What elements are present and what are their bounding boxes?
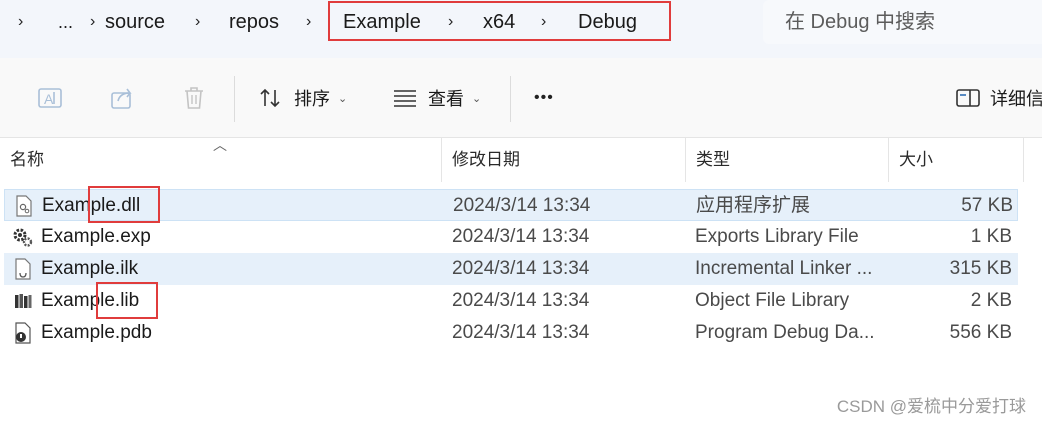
column-header-name[interactable]: 名称 (0, 138, 441, 182)
toolbar-divider (234, 76, 235, 122)
file-date: 2024/3/14 13:34 (452, 290, 590, 311)
file-date: 2024/3/14 13:34 (452, 226, 590, 247)
share-button[interactable] (108, 80, 136, 116)
sort-label: 排序 (294, 89, 330, 109)
view-label: 查看 (428, 89, 464, 109)
column-headers: ︿ 名称 修改日期 类型 大小 (0, 138, 1042, 182)
breadcrumb-separator[interactable]: › (306, 8, 311, 36)
details-pane-icon (956, 86, 980, 110)
view-button[interactable]: 查看 ⌄ (392, 80, 481, 116)
breadcrumb-separator[interactable]: › (195, 8, 200, 36)
column-header-date[interactable]: 修改日期 (442, 138, 685, 182)
linker-file-icon (12, 258, 34, 280)
expand-chevron-icon[interactable]: › (18, 8, 23, 36)
file-type: Program Debug Da... (695, 322, 875, 343)
sort-arrows-icon (258, 85, 284, 111)
lib-highlight-box (96, 282, 158, 319)
delete-button[interactable] (180, 80, 208, 116)
search-placeholder: 在 Debug 中搜索 (785, 11, 936, 33)
column-header-size[interactable]: 大小 (889, 138, 1023, 182)
share-icon (108, 84, 136, 112)
file-type: 应用程序扩展 (696, 195, 811, 216)
file-name: Example.ilk (41, 258, 139, 279)
file-size: 1 KB (970, 226, 1012, 247)
table-row[interactable]: Example.exp 2024/3/14 13:34 Exports Libr… (4, 221, 1018, 253)
debug-file-icon (12, 322, 34, 344)
rename-icon: A (36, 84, 64, 112)
gear-file-icon (12, 226, 34, 248)
dll-highlight-box (88, 186, 160, 223)
file-type: Incremental Linker ... (695, 258, 873, 279)
file-date: 2024/3/14 13:34 (452, 322, 590, 343)
watermark: CSDN @爱梳中分爱打球 (836, 397, 1026, 416)
file-name: Example.exp (41, 226, 151, 247)
rename-button[interactable]: A (36, 80, 64, 116)
file-size: 315 KB (949, 258, 1012, 279)
sort-button[interactable]: 排序 ⌄ (258, 80, 347, 116)
column-header-type[interactable]: 类型 (686, 138, 888, 182)
file-name: Example.pdb (41, 322, 152, 343)
file-date: 2024/3/14 13:34 (453, 195, 591, 216)
svg-text:A: A (44, 91, 54, 107)
table-row[interactable]: Example.pdb 2024/3/14 13:34 Program Debu… (4, 317, 1018, 349)
library-file-icon (12, 290, 34, 312)
breadcrumb-item-source[interactable]: source (105, 8, 165, 36)
dll-file-icon (13, 195, 35, 217)
path-highlight-box (328, 1, 671, 41)
search-input[interactable]: 在 Debug 中搜索 (763, 0, 1042, 44)
table-row[interactable]: Example.ilk 2024/3/14 13:34 Incremental … (4, 253, 1018, 285)
breadcrumb[interactable]: › ... › source › repos › Example › x64 ›… (0, 0, 750, 44)
breadcrumb-overflow[interactable]: ... (58, 8, 73, 36)
file-size: 57 KB (961, 195, 1013, 216)
breadcrumb-item-repos[interactable]: repos (229, 8, 279, 36)
more-options-button[interactable]: ••• (534, 80, 554, 116)
chevron-down-icon: ⌄ (338, 92, 348, 105)
file-date: 2024/3/14 13:34 (452, 258, 590, 279)
details-label: 详细信 (990, 89, 1042, 109)
column-separator[interactable] (1023, 138, 1024, 182)
details-pane-button[interactable]: 详细信 (956, 80, 1042, 116)
address-bar-area: › ... › source › repos › Example › x64 ›… (0, 0, 1042, 58)
toolbar-divider (510, 76, 511, 122)
file-size: 556 KB (949, 322, 1012, 343)
view-lines-icon (392, 85, 418, 111)
file-size: 2 KB (970, 290, 1012, 311)
breadcrumb-separator[interactable]: › (90, 8, 95, 36)
more-options-icon: ••• (534, 89, 554, 106)
chevron-down-icon: ⌄ (472, 92, 482, 105)
file-type: Exports Library File (695, 226, 859, 247)
trash-icon (180, 84, 208, 112)
file-type: Object File Library (695, 290, 850, 311)
toolbar: A 排序 ⌄ 查看 ⌄ ••• 详细信 (0, 58, 1042, 138)
